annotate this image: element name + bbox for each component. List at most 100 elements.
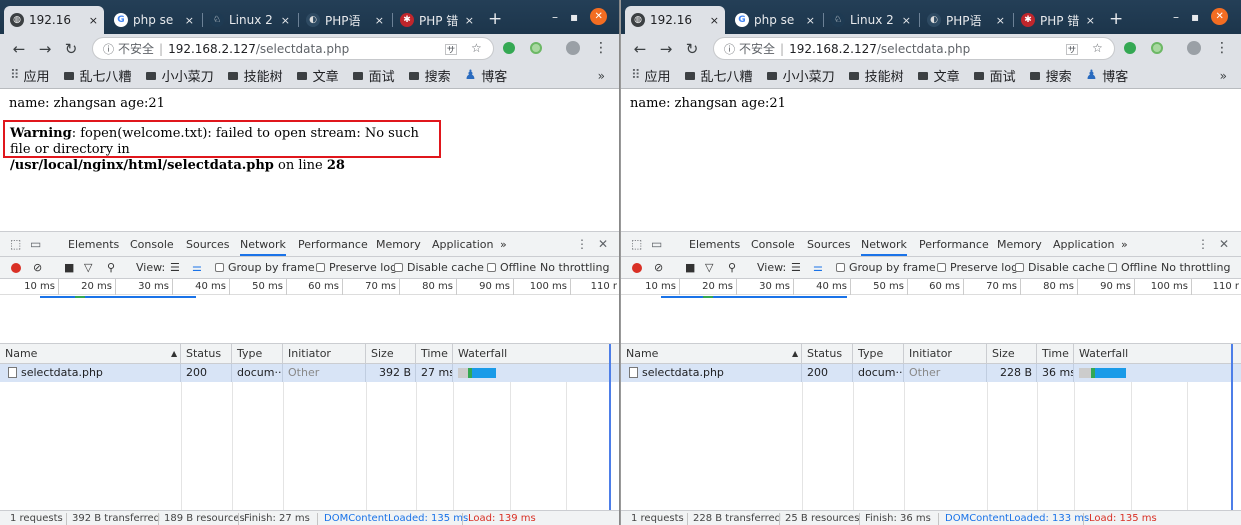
tab-php-error[interactable]: ✱ PHP 错 × [394,6,480,34]
star-icon[interactable]: ☆ [1092,41,1103,55]
back-icon[interactable]: ← [8,40,30,58]
maximize-icon[interactable]: ▪ [1191,10,1199,24]
tab-application[interactable]: Application [1053,238,1114,251]
offline-checkbox[interactable]: Offline [487,261,536,274]
column-time[interactable]: Time [416,344,453,364]
profile-icon[interactable] [1187,41,1201,55]
star-icon[interactable]: ☆ [471,41,482,55]
tab-memory[interactable]: Memory [376,238,421,251]
column-time[interactable]: Time [1037,344,1074,364]
tab-close-icon[interactable]: × [465,14,474,27]
filter-icon[interactable]: ▽ [84,261,92,274]
bookmark-folder-5[interactable]: 面试 [352,66,395,85]
clear-icon[interactable]: ⊘ [654,261,663,274]
extension-icon[interactable] [530,42,542,54]
tab-php-lang[interactable]: ◐ PHP语 × [300,6,390,34]
tab-network[interactable]: Network [240,238,286,256]
close-window-icon[interactable]: ✕ [590,8,608,25]
column-name[interactable]: Name ▲ [621,344,802,364]
tab-php-error[interactable]: ✱ PHP 错 × [1015,6,1101,34]
bookmark-folder-1[interactable]: 乱七八糟 [63,66,132,85]
search-icon[interactable]: ⚲ [728,261,736,274]
translate-icon[interactable]: 🈂 [1066,41,1078,58]
bookmark-apps[interactable]: ⠿ 应用 [631,66,671,85]
column-type[interactable]: Type [232,344,283,364]
device-icon[interactable]: ▭ [30,237,41,251]
bookmark-folder-6[interactable]: 搜索 [408,66,451,85]
extension-icon[interactable] [1151,42,1163,54]
tab-network[interactable]: Network [861,238,907,256]
record-icon[interactable] [11,263,21,273]
tab-close-icon[interactable]: × [375,14,384,27]
tab-close-icon[interactable]: × [281,14,290,27]
waterfall-view-icon[interactable]: ⚌ [192,261,202,274]
bookmark-folder-3[interactable]: 技能树 [848,66,904,85]
shield-icon[interactable] [503,42,515,54]
more-tabs-icon[interactable]: » [1121,238,1128,251]
tab-elements[interactable]: Elements [68,238,119,251]
tab-close-icon[interactable]: × [185,14,194,27]
preserve-log-checkbox[interactable]: Preserve log [937,261,1018,274]
bookmarks-more-icon[interactable]: » [1220,69,1227,83]
column-type[interactable]: Type [853,344,904,364]
tab-close-icon[interactable]: × [89,14,98,27]
address-bar[interactable]: ⓘ 不安全 | 192.168.2.127 /selectdata.php 🈂 … [92,37,494,60]
translate-icon[interactable]: 🈂 [445,41,457,58]
record-icon[interactable] [632,263,642,273]
tab-console[interactable]: Console [751,238,795,251]
bookmark-folder-5[interactable]: 面试 [973,66,1016,85]
tab-sources[interactable]: Sources [807,238,851,251]
tab-192[interactable]: ◍ 192.16 × [625,6,725,34]
bookmark-folder-2[interactable]: 小小菜刀 [145,66,214,85]
tab-performance[interactable]: Performance [298,238,368,251]
preserve-log-checkbox[interactable]: Preserve log [316,261,397,274]
disable-cache-checkbox[interactable]: Disable cache [1015,261,1105,274]
tab-close-icon[interactable]: × [902,14,911,27]
search-icon[interactable]: ⚲ [107,261,115,274]
bookmark-folder-6[interactable]: 搜索 [1029,66,1072,85]
bookmark-apps[interactable]: ⠿ 应用 [10,66,50,85]
address-bar[interactable]: ⓘ 不安全 | 192.168.2.127 /selectdata.php 🈂 … [713,37,1115,60]
close-icon[interactable]: ✕ [1219,237,1229,251]
tab-192[interactable]: ◍ 192.16 × [4,6,104,34]
group-by-frame-checkbox[interactable]: Group by frame [836,261,936,274]
more-tabs-icon[interactable]: » [500,238,507,251]
clear-icon[interactable]: ⊘ [33,261,42,274]
bookmark-folder-3[interactable]: 技能树 [227,66,283,85]
bookmark-blog[interactable]: ♟ 博客 [1086,66,1129,85]
bookmark-folder-4[interactable]: 文章 [296,66,339,85]
bookmark-folder-4[interactable]: 文章 [917,66,960,85]
new-tab-button[interactable]: + [488,9,502,29]
close-window-icon[interactable]: ✕ [1211,8,1229,25]
tab-console[interactable]: Console [130,238,174,251]
forward-icon[interactable]: → [655,40,677,58]
column-initiator[interactable]: Initiator [904,344,987,364]
tab-linux[interactable]: ♘ Linux 2 × [204,6,296,34]
tab-sources[interactable]: Sources [186,238,230,251]
close-icon[interactable]: ✕ [598,237,608,251]
tab-elements[interactable]: Elements [689,238,740,251]
bookmark-folder-1[interactable]: 乱七八糟 [684,66,753,85]
menu-icon[interactable]: ⋮ [1197,237,1209,251]
tab-application[interactable]: Application [432,238,493,251]
tab-php-search[interactable]: G php se × [729,6,821,34]
inspect-icon[interactable]: ⬚ [10,237,21,251]
throttling-select[interactable]: No throttling [540,261,609,274]
group-by-frame-checkbox[interactable]: Group by frame [215,261,315,274]
inspect-icon[interactable]: ⬚ [631,237,642,251]
minimize-icon[interactable]: – [1173,10,1179,24]
back-icon[interactable]: ← [629,40,651,58]
throttling-select[interactable]: No throttling [1161,261,1230,274]
reload-icon[interactable]: ↻ [60,40,82,58]
list-view-icon[interactable]: ☰ [791,261,801,274]
tab-close-icon[interactable]: × [996,14,1005,27]
bookmark-blog[interactable]: ♟ 博客 [465,66,508,85]
column-waterfall[interactable]: Waterfall [1074,344,1241,364]
tab-close-icon[interactable]: × [806,14,815,27]
disable-cache-checkbox[interactable]: Disable cache [394,261,484,274]
column-name[interactable]: Name ▲ [0,344,181,364]
tab-close-icon[interactable]: × [710,14,719,27]
table-row[interactable]: selectdata.php 200 docum··· Other 228 B … [621,364,1241,382]
column-initiator[interactable]: Initiator [283,344,366,364]
forward-icon[interactable]: → [34,40,56,58]
